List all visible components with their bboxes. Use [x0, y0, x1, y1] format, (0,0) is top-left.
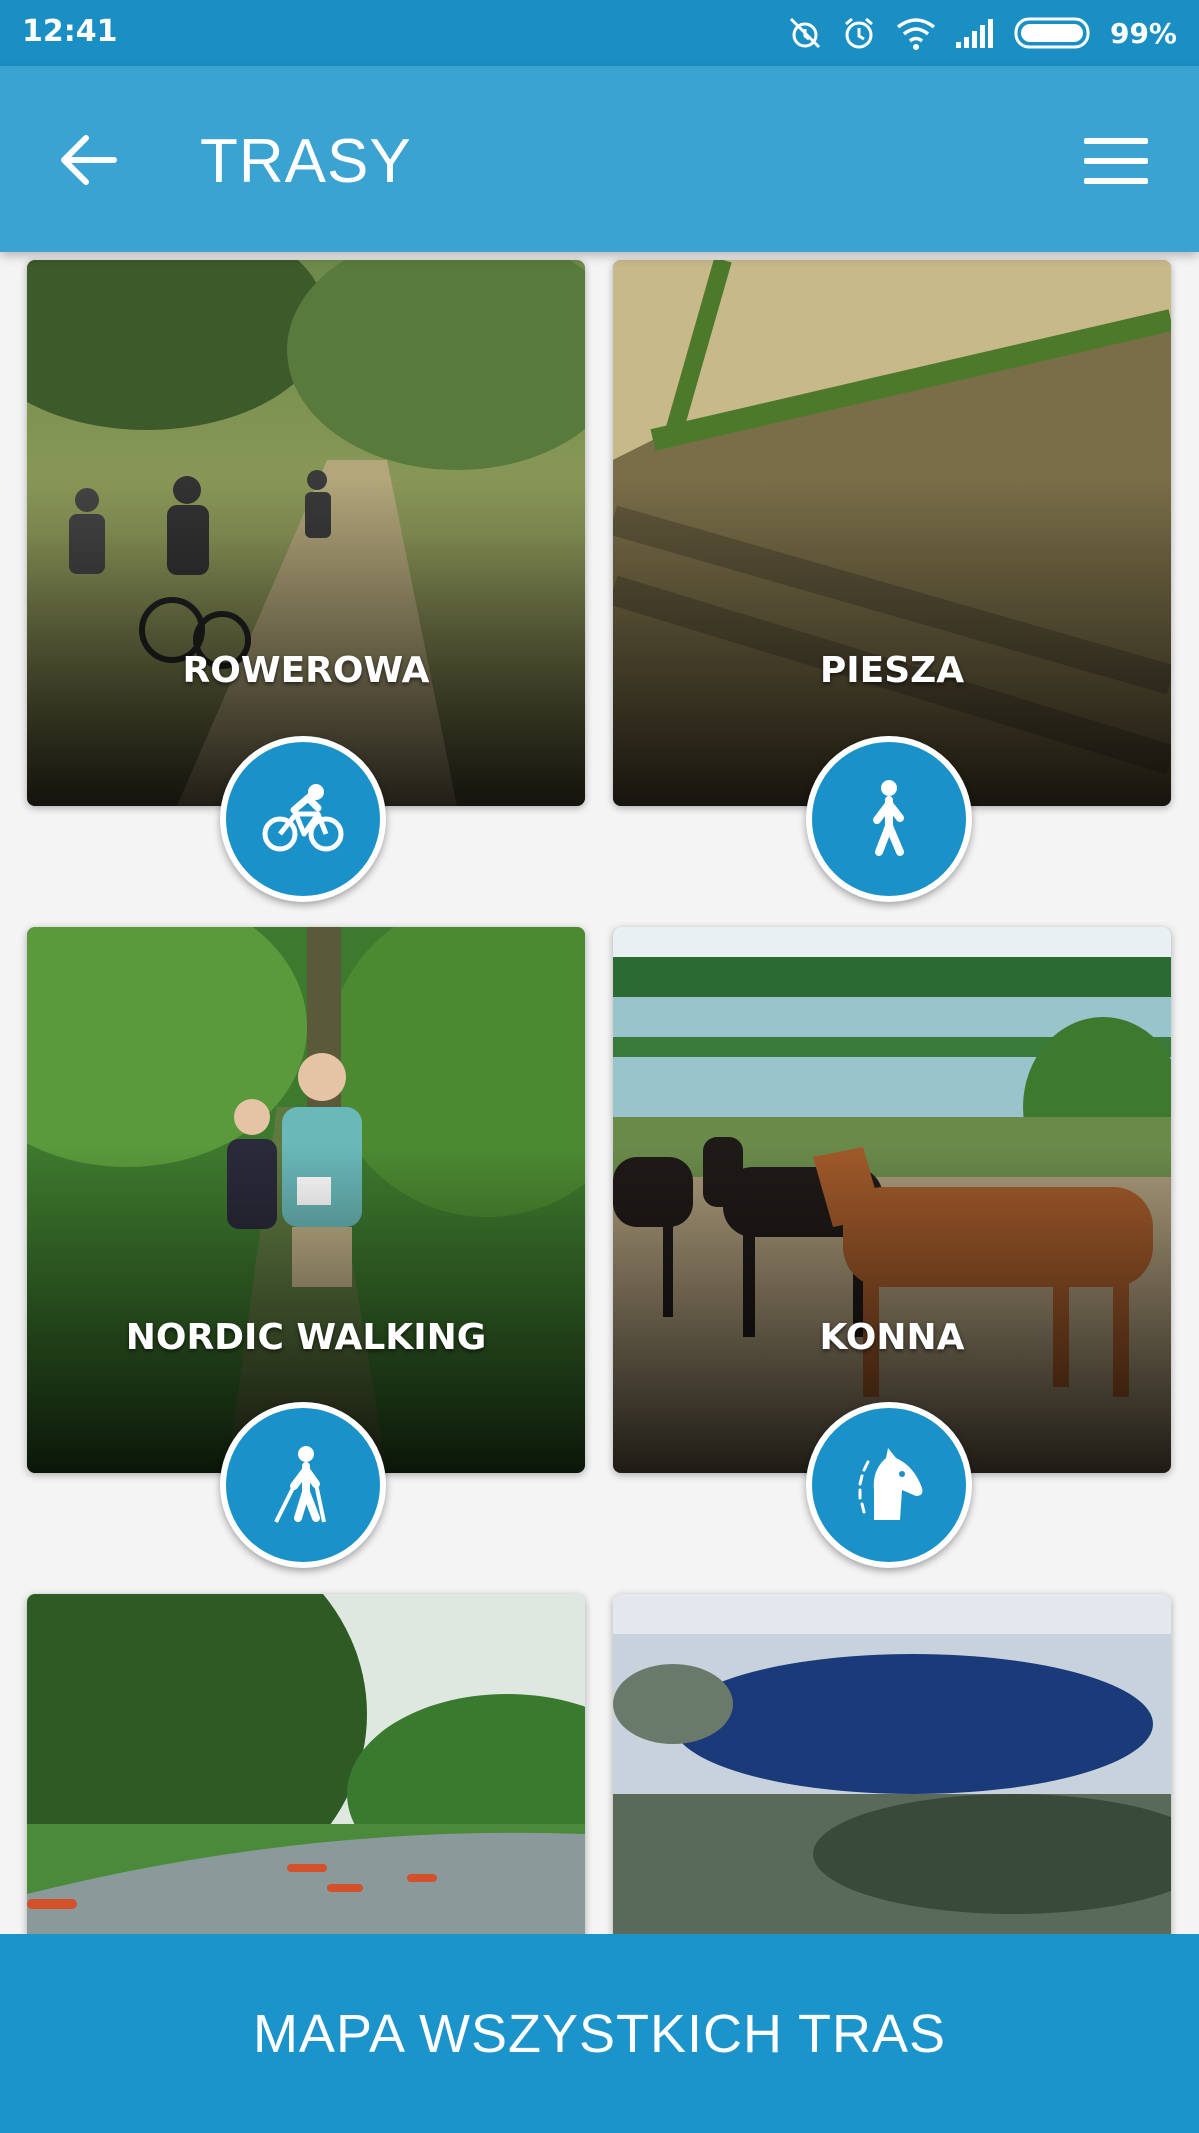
- horse-head-icon: [858, 1448, 923, 1520]
- status-icons: 99%: [786, 12, 1177, 54]
- lake-aerial-photo: [613, 1594, 1171, 1934]
- route-grid: ROWEROWA PIESZA NORDIC WALKING KONNA: [0, 252, 1199, 1934]
- route-badge-nordic-walking[interactable]: [220, 1402, 386, 1568]
- route-card-konna[interactable]: KONNA: [613, 927, 1171, 1473]
- page-title: TRASY: [200, 127, 412, 196]
- signal-icon: [955, 19, 993, 48]
- back-button[interactable]: [54, 124, 126, 196]
- route-label: ROWEROWA: [182, 650, 430, 691]
- walking-icon: [873, 780, 904, 856]
- route-card-rowerowa[interactable]: ROWEROWA: [27, 260, 585, 806]
- route-badge-piesza[interactable]: [806, 736, 972, 902]
- bicycle-icon: [262, 784, 344, 852]
- menu-button[interactable]: [1083, 134, 1149, 188]
- route-label: PIESZA: [819, 650, 965, 691]
- route-card-piesza[interactable]: PIESZA: [613, 260, 1171, 806]
- route-card-nordic-walking[interactable]: NORDIC WALKING: [27, 927, 585, 1473]
- status-bar: 12:41 99%: [0, 0, 1199, 66]
- route-label: KONNA: [819, 1317, 965, 1358]
- arrow-left-icon: [61, 135, 117, 185]
- nordic-walking-icon: [274, 1446, 326, 1523]
- route-badge-konna[interactable]: [806, 1402, 972, 1568]
- route-label: NORDIC WALKING: [125, 1317, 487, 1358]
- alarm-off-icon: [789, 17, 821, 49]
- battery-icon: [1014, 17, 1090, 49]
- kayaks-river-photo: [27, 1594, 585, 1934]
- wifi-icon: [896, 18, 936, 50]
- alarm-icon: [845, 17, 873, 49]
- hamburger-menu-icon: [1084, 138, 1148, 184]
- all-routes-map-button[interactable]: MAPA WSZYSTKICH TRAS: [0, 1934, 1199, 2133]
- route-badge-rowerowa[interactable]: [220, 736, 386, 902]
- status-time: 12:41: [22, 14, 118, 49]
- battery-percent: 99%: [1109, 16, 1177, 50]
- app-bar: TRASY: [0, 66, 1199, 252]
- route-card-water[interactable]: [27, 1594, 585, 1934]
- route-card-lakes[interactable]: [613, 1594, 1171, 1934]
